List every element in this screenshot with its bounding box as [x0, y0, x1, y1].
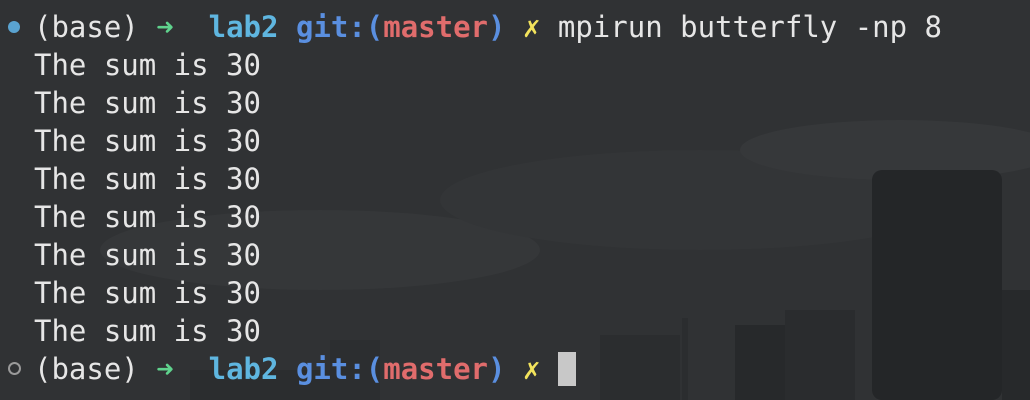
current-directory: lab2 [208, 352, 279, 386]
prompt-marker-filled [8, 21, 20, 33]
output-line: The sum is 30 [34, 124, 261, 158]
git-branch: master [383, 10, 489, 44]
current-directory: lab2 [208, 10, 279, 44]
prompt-arrow-icon: ➜ [156, 352, 174, 386]
conda-env: (base) [34, 352, 139, 386]
output-line: The sum is 30 [34, 238, 261, 272]
prompt-arrow-icon: ➜ [156, 10, 174, 44]
prompt-marker-hollow [8, 362, 21, 375]
terminal-window[interactable]: (base) ➜ lab2 git:(master) ✗ mpirun butt… [0, 0, 1030, 400]
text-cursor[interactable] [557, 352, 576, 386]
output-line: The sum is 30 [34, 48, 261, 82]
git-label-close: ) [488, 352, 506, 386]
git-label: git:( [295, 352, 384, 386]
output-line: The sum is 30 [34, 86, 261, 120]
git-label: git:( [295, 10, 384, 44]
output-line: The sum is 30 [34, 314, 261, 348]
conda-env: (base) [34, 10, 139, 44]
git-label-close: ) [488, 10, 506, 44]
prompt-line-1: (base) ➜ lab2 git:(master) ✗ mpirun butt… [34, 8, 942, 46]
git-branch: master [383, 352, 489, 386]
output-line: The sum is 30 [34, 162, 261, 196]
dirty-mark-icon: ✗ [522, 352, 541, 386]
dirty-mark-icon: ✗ [522, 10, 541, 44]
prompt-line-2[interactable]: (base) ➜ lab2 git:(master) ✗ [34, 350, 576, 388]
command-text: mpirun butterfly -np 8 [557, 10, 942, 44]
output-line: The sum is 30 [34, 276, 261, 310]
output-line: The sum is 30 [34, 200, 261, 234]
